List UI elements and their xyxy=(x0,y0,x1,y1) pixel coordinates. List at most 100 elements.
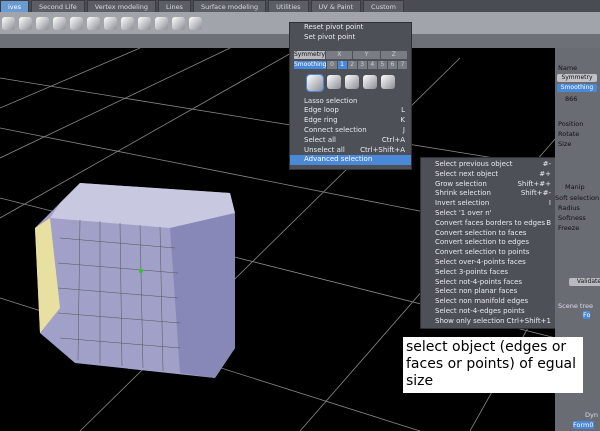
primitive-tool-icon[interactable] xyxy=(2,16,15,30)
primitive-tool-icon[interactable] xyxy=(53,16,66,30)
softness-label: Softness xyxy=(558,214,586,222)
smoothing-row: Smoothing 01234567 xyxy=(294,60,408,69)
primitive-tool-icon[interactable] xyxy=(155,16,168,30)
smoothing-button[interactable]: Smoothing xyxy=(557,84,597,92)
axis-z[interactable]: Z xyxy=(380,50,408,59)
primitive-tool-icon[interactable] xyxy=(19,16,32,30)
freeze-label: Freeze xyxy=(558,224,580,232)
menu-item-shortcut: Shift+#+ xyxy=(517,179,551,188)
menu-item[interactable]: Select 3-points faces xyxy=(421,268,557,278)
smoothing-level-2[interactable]: 2 xyxy=(347,60,357,69)
menu-item-shortcut: B xyxy=(546,218,551,227)
menu-item[interactable]: Lasso selection xyxy=(290,97,411,107)
scene-tree-item[interactable]: Fo xyxy=(583,311,591,319)
manip-label: Manip xyxy=(565,183,585,191)
primitive-tool-icon[interactable] xyxy=(70,16,83,30)
smoothing-level-6[interactable]: 6 xyxy=(387,60,397,69)
primitive-tool-icon[interactable] xyxy=(121,16,134,30)
validate-button[interactable]: Validate xyxy=(569,278,600,286)
annotation-note: select object (edges or faces or points)… xyxy=(403,337,583,393)
selection-mode-icons xyxy=(290,73,411,92)
menu-item-label: Select 3-points faces xyxy=(435,267,509,276)
menu-item-label: Convert selection to faces xyxy=(435,228,527,237)
menu-item-shortcut: #+ xyxy=(539,169,551,178)
radius-label: Radius xyxy=(558,204,580,212)
edge-mode-icon[interactable] xyxy=(344,74,359,89)
axis-y[interactable]: Y xyxy=(353,50,380,59)
axis-x[interactable]: X xyxy=(326,50,353,59)
menu-item[interactable]: Select all Ctrl+A xyxy=(290,136,411,146)
cube-mesh xyxy=(35,183,235,378)
menu-item[interactable]: Advanced selection xyxy=(290,155,411,166)
menu-item-label: Unselect all xyxy=(304,145,345,154)
menu-item-label: Shrink selection xyxy=(435,189,491,198)
symmetry-button[interactable]: Symmetry xyxy=(557,74,597,82)
menu-item-label: Invert selection xyxy=(435,199,490,208)
menu-item[interactable]: Select next object #+ xyxy=(421,170,557,180)
smoothing-level-5[interactable]: 5 xyxy=(377,60,387,69)
face-mode-icon[interactable] xyxy=(326,74,341,89)
object-mode-icon[interactable] xyxy=(305,73,324,92)
menu-item[interactable]: Shrink selection Shift+#- xyxy=(421,189,557,199)
advanced-selection-submenu: Select previous object #- Select next obje… xyxy=(420,157,558,329)
menu-item-label: Grow selection xyxy=(435,179,487,188)
menu-item[interactable]: Convert selection to points xyxy=(421,248,557,258)
form-item[interactable]: Form0 xyxy=(573,421,594,429)
primitive-tool-icon[interactable] xyxy=(138,16,151,30)
menu-item[interactable]: Unselect all Ctrl+Shift+A xyxy=(290,146,411,156)
mixed-mode-icon[interactable] xyxy=(380,74,395,89)
menu-item-label: Connect selection xyxy=(304,125,367,134)
symmetry-button[interactable]: Symmetry xyxy=(294,50,326,59)
primitive-tool-icon[interactable] xyxy=(87,16,100,30)
menu-item-label: Lasso selection xyxy=(304,96,358,105)
menu-item-label: Select non manifold edges xyxy=(435,297,529,306)
menu-item[interactable]: Select previous object #- xyxy=(421,160,557,170)
menu-item-label: Edge ring xyxy=(304,116,338,125)
dyn-label: Dyn xyxy=(585,411,598,419)
menu-item[interactable]: Connect selection J xyxy=(290,126,411,136)
smoothing-level-7[interactable]: 7 xyxy=(397,60,408,69)
menu-item[interactable]: Select not-4-points faces xyxy=(421,278,557,288)
menu-item-shortcut: K xyxy=(400,116,405,125)
label: Reset pivot point xyxy=(304,23,364,31)
menu-item-label: Edge loop xyxy=(304,106,339,115)
smoothing-level-1[interactable]: 1 xyxy=(337,60,347,69)
menu-item[interactable]: Select non planar faces xyxy=(421,287,557,297)
smoothing-level-3[interactable]: 3 xyxy=(357,60,367,69)
primitive-tool-icon[interactable] xyxy=(104,16,117,30)
tab-bar: ives Second Life Vertex modeling Lines Surfa… xyxy=(0,0,600,13)
menu-item[interactable]: Select not-4-edges points xyxy=(421,307,557,317)
primitive-tool-icon[interactable] xyxy=(189,16,202,30)
menu-item[interactable]: Grow selection Shift+#+ xyxy=(421,180,557,190)
position-label: Position xyxy=(558,120,584,128)
name-label: Name xyxy=(558,64,578,72)
menu-item[interactable]: Show only selection Ctrl+Shift+1 xyxy=(421,317,557,327)
rotate-label: Rotate xyxy=(558,130,580,138)
menu-item-shortcut: I xyxy=(548,199,551,208)
menu-item-shortcut: Ctrl+Shift+1 xyxy=(506,316,551,325)
poly-count: 866 xyxy=(565,95,578,103)
primitive-tool-icon[interactable] xyxy=(36,16,49,30)
menu-item[interactable]: Convert selection to faces xyxy=(421,229,557,239)
menu-item[interactable]: Select over-4-points faces xyxy=(421,258,557,268)
menu-item[interactable]: Edge loop L xyxy=(290,106,411,116)
scene-tree-label: Scene tree xyxy=(558,302,593,310)
smoothing-level-0[interactable]: 0 xyxy=(327,60,337,69)
smoothing-level-4[interactable]: 4 xyxy=(367,60,377,69)
set-pivot-item[interactable]: Set pivot point xyxy=(290,33,411,43)
menu-item[interactable]: Convert faces borders to edges B xyxy=(421,219,557,229)
selection-menu: Reset pivot point Set pivot point Symmet… xyxy=(289,22,412,170)
menu-item[interactable]: Select non manifold edges xyxy=(421,297,557,307)
reset-pivot-item[interactable]: Reset pivot point xyxy=(290,23,411,33)
menu-item-shortcut: Ctrl+A xyxy=(381,135,405,144)
menu-item[interactable]: Invert selection I xyxy=(421,199,557,209)
menu-item-label: Show only selection xyxy=(435,316,505,325)
menu-item[interactable]: Convert selection to edges xyxy=(421,238,557,248)
smoothing-button[interactable]: Smoothing xyxy=(294,60,327,69)
primitive-tool-icon[interactable] xyxy=(172,16,185,30)
point-mode-icon[interactable] xyxy=(362,74,377,89)
menu-item[interactable]: Edge ring K xyxy=(290,116,411,126)
menu-item-shortcut: J xyxy=(402,125,405,134)
menu-item[interactable]: Select '1 over n' xyxy=(421,209,557,219)
menu-item-label: Select not-4-points faces xyxy=(435,277,523,286)
